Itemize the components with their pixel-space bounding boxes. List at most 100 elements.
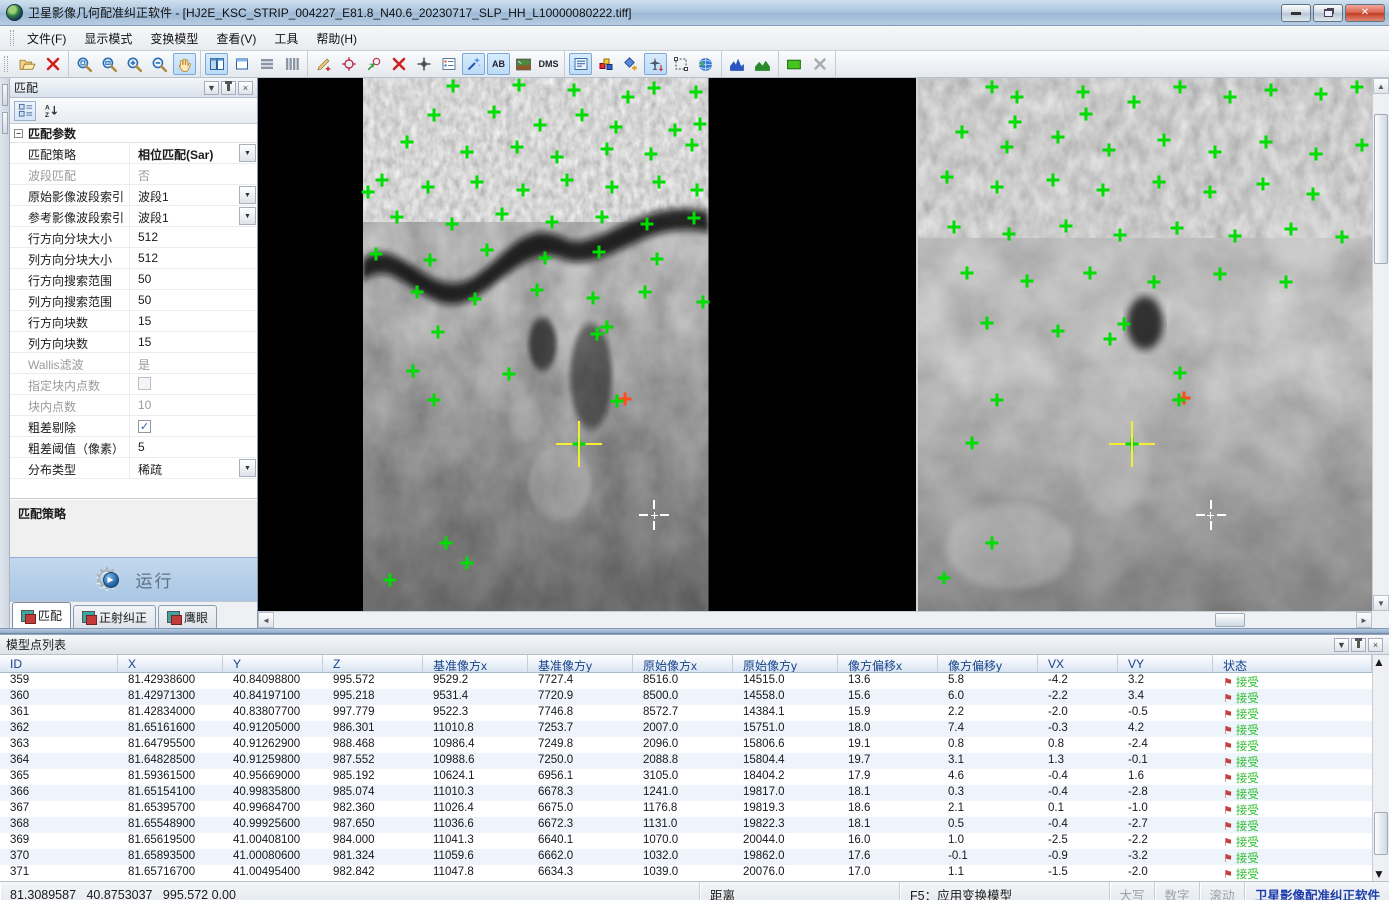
pan-hand-button[interactable] <box>173 53 196 75</box>
param-row-行方向块数[interactable]: 行方向块数15 <box>10 311 257 332</box>
match-point-marker[interactable] <box>1264 84 1277 97</box>
match-point-marker[interactable] <box>1279 276 1292 289</box>
match-point-marker[interactable] <box>1208 146 1221 159</box>
menu-item-工具[interactable]: 工具 <box>265 27 307 50</box>
match-point-marker[interactable] <box>955 126 968 139</box>
match-point-marker[interactable] <box>1117 318 1130 331</box>
match-point-marker[interactable] <box>480 244 493 257</box>
vertical-scroll-thumb[interactable] <box>1374 114 1388 264</box>
dms-toggle-button[interactable]: DMS <box>537 53 560 75</box>
column-header-像方偏移y[interactable]: 像方偏移y <box>938 655 1038 672</box>
param-row-分布类型[interactable]: 分布类型稀疏▼ <box>10 458 257 479</box>
match-point-marker[interactable] <box>609 121 622 134</box>
match-point-marker[interactable] <box>431 326 444 339</box>
param-row-匹配策略[interactable]: 匹配策略相位匹配(Sar)▼ <box>10 143 257 164</box>
match-point-marker[interactable] <box>638 286 651 299</box>
table-row[interactable]: 36481.6482850040.91259800987.55210988.67… <box>0 753 1372 769</box>
zoom-window-button[interactable] <box>98 53 121 75</box>
param-row-波段匹配[interactable]: 波段匹配否 <box>10 164 257 185</box>
match-point-marker[interactable] <box>1051 324 1064 337</box>
match-point-marker[interactable] <box>1224 91 1237 104</box>
param-value[interactable]: 稀疏▼ <box>130 458 257 478</box>
menu-item-文件F[interactable]: 文件(F) <box>18 27 75 50</box>
param-value[interactable]: 是 <box>130 353 257 373</box>
match-point-marker[interactable] <box>1335 231 1348 244</box>
match-point-marker[interactable] <box>986 536 999 549</box>
match-point-marker[interactable] <box>650 253 663 266</box>
delete-point-x-button[interactable] <box>387 53 410 75</box>
param-value[interactable]: 50 <box>130 269 257 289</box>
histogram-blue-button[interactable] <box>726 53 749 75</box>
table-scroll-thumb[interactable] <box>1374 812 1388 856</box>
match-point-marker[interactable] <box>411 286 424 299</box>
param-row-行方向分块大小[interactable]: 行方向分块大小512 <box>10 227 257 248</box>
match-point-marker[interactable] <box>600 142 613 155</box>
match-point-marker[interactable] <box>406 364 419 377</box>
param-row-列方向块数[interactable]: 列方向块数15 <box>10 332 257 353</box>
match-point-marker[interactable] <box>534 118 547 131</box>
param-row-粗差剔除[interactable]: 粗差剔除✓ <box>10 416 257 437</box>
az-sort-button[interactable]: AZ <box>40 101 62 121</box>
match-point-marker[interactable] <box>561 174 574 187</box>
match-point-marker[interactable] <box>575 109 588 122</box>
match-point-marker[interactable] <box>689 85 702 98</box>
select-region-button[interactable] <box>669 53 692 75</box>
match-point-marker[interactable] <box>690 184 703 197</box>
list-close-button[interactable]: × <box>1368 638 1383 652</box>
param-dropdown-button[interactable]: ▼ <box>239 459 256 477</box>
menu-item-帮助H[interactable]: 帮助(H) <box>307 27 366 50</box>
link-columns-button[interactable] <box>280 53 303 75</box>
match-point-marker[interactable] <box>1084 266 1097 279</box>
column-header-状态[interactable]: 状态 <box>1213 655 1372 672</box>
match-point-marker[interactable] <box>1114 229 1127 242</box>
table-row[interactable]: 36981.6561950041.00408100984.00011041.36… <box>0 833 1372 849</box>
match-point-marker[interactable] <box>423 254 436 267</box>
match-point-marker[interactable] <box>383 574 396 587</box>
table-row[interactable]: 36081.4297130040.84197100995.2189531.477… <box>0 689 1372 705</box>
open-file-button[interactable] <box>16 53 39 75</box>
param-dropdown-button[interactable]: ▼ <box>239 207 256 225</box>
match-point-marker[interactable] <box>990 181 1003 194</box>
table-row[interactable]: 35981.4293860040.84098800995.5729529.277… <box>0 673 1372 689</box>
match-point-marker[interactable] <box>940 171 953 184</box>
zoom-fit-button[interactable] <box>73 53 96 75</box>
param-row-粗差阈值（像素）[interactable]: 粗差阈值（像素）5 <box>10 437 257 458</box>
ab-toggle-button[interactable]: AB <box>487 53 510 75</box>
scroll-down-arrow[interactable]: ▼ <box>1373 595 1389 611</box>
column-header-原始像方x[interactable]: 原始像方x <box>633 655 733 672</box>
column-header-VX[interactable]: VX <box>1038 655 1118 672</box>
match-point-marker[interactable] <box>461 557 474 570</box>
column-header-像方偏移x[interactable]: 像方偏移x <box>838 655 938 672</box>
match-point-marker[interactable] <box>1000 141 1013 154</box>
target-red-button[interactable] <box>337 53 360 75</box>
match-point-marker[interactable] <box>421 181 434 194</box>
match-point-marker[interactable] <box>586 291 599 304</box>
match-point-marker[interactable] <box>965 436 978 449</box>
match-point-marker[interactable] <box>938 571 951 584</box>
match-point-marker[interactable] <box>488 106 501 119</box>
menu-item-查看V[interactable]: 查看(V) <box>207 27 265 50</box>
match-point-marker[interactable] <box>401 135 414 148</box>
match-point-marker[interactable] <box>511 141 524 154</box>
match-point-marker[interactable] <box>471 175 484 188</box>
match-point-marker[interactable] <box>685 139 698 152</box>
column-header-ID[interactable]: ID <box>0 655 118 672</box>
menu-item-变换模型[interactable]: 变换模型 <box>141 27 207 50</box>
minimize-button[interactable]: ▬ <box>1281 4 1311 22</box>
table-row[interactable]: 36681.6515410040.99835800985.07411010.36… <box>0 785 1372 801</box>
scroll-right-arrow[interactable]: ► <box>1356 612 1372 628</box>
match-point-marker[interactable] <box>1213 268 1226 281</box>
panel-tab-正射纠正[interactable]: 正射纠正 <box>73 605 156 628</box>
match-point-marker[interactable] <box>1046 174 1059 187</box>
match-point-marker[interactable] <box>960 266 973 279</box>
list-dropdown-button[interactable]: ▼ <box>1334 638 1349 652</box>
match-point-marker[interactable] <box>1229 230 1242 243</box>
match-point-marker[interactable] <box>986 81 999 94</box>
match-point-marker[interactable] <box>551 150 564 163</box>
match-point-marker[interactable] <box>1173 366 1186 379</box>
panel-close-button[interactable]: × <box>238 81 253 95</box>
panel-dropdown-button[interactable]: ▼ <box>204 81 219 95</box>
column-header-基准像方y[interactable]: 基准像方y <box>528 655 633 672</box>
globe-button[interactable] <box>694 53 717 75</box>
match-point-marker[interactable] <box>1315 87 1328 100</box>
